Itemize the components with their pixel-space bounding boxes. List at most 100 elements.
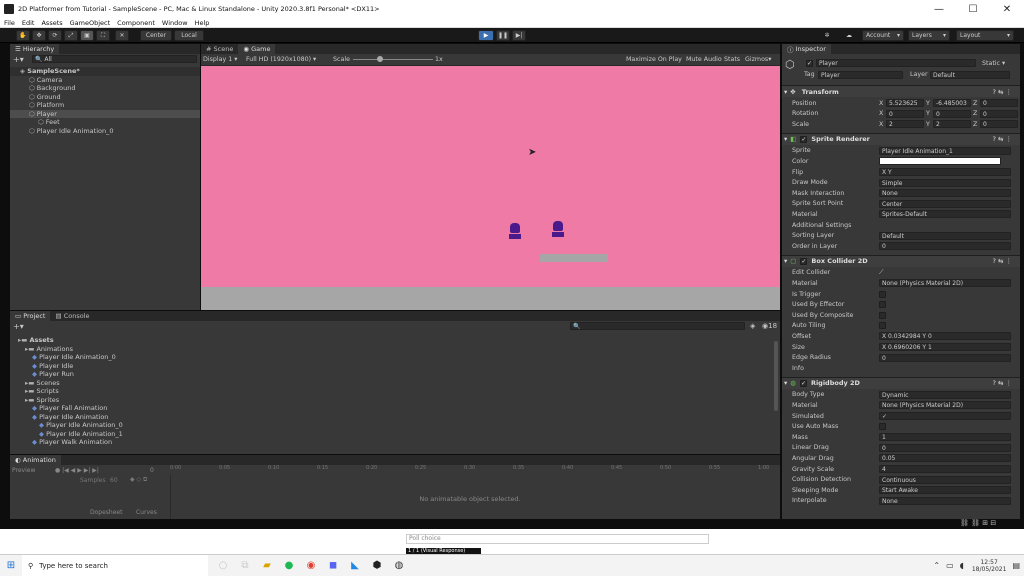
field-value[interactable]: None (Physics Material 2D) [879,279,1011,288]
minimize-icon[interactable]: — [922,4,956,15]
edit-collider-icon[interactable]: ⟋ [879,269,883,277]
clock[interactable]: 12:57 18/05/2021 [972,559,1007,573]
step-button[interactable]: ▶| [512,30,526,41]
display-dropdown[interactable]: Display 1 ▾ [203,56,237,63]
component-header[interactable]: ▾ ◍ ✓ Rigidbody 2D ? ⇆ ⋮ [782,376,1020,389]
maximize-on-play-toggle[interactable]: Maximize On Play [626,56,682,63]
hierarchy-item[interactable]: ⬡ Player [10,109,200,118]
axis-value[interactable]: 0 [886,109,924,118]
tab-animation[interactable]: ◐ Animation [10,455,61,465]
project-item[interactable]: ◆ Player Idle Animation_0 [14,421,780,430]
field-checkbox[interactable] [879,311,886,319]
component-menu-icon[interactable]: ? ⇆ ⋮ [992,379,1012,387]
record-icon[interactable]: ● |◀ ◀ ▶ ▶| ▶| [55,467,99,474]
discord-icon[interactable]: ◼ [322,555,344,576]
field-value[interactable]: Dynamic [879,390,1011,399]
tab-scene[interactable]: # Scene [201,44,238,54]
component-menu-icon[interactable]: ? ⇆ ⋮ [992,135,1012,143]
taskbar-search[interactable]: ⚲ Type here to search [22,554,208,576]
menu-item-help[interactable]: Help [195,19,210,27]
scale-slider[interactable] [353,59,433,60]
field-value[interactable]: Continuous [879,475,1011,484]
field-value[interactable]: None [879,189,1011,198]
hand-tool-icon[interactable]: ✋ [16,30,30,41]
obs-icon[interactable]: ◍ [388,555,410,576]
task-view-icon[interactable]: ⧉ [234,555,256,576]
resolution-dropdown[interactable]: Full HD (1920x1080) ▾ [246,56,316,63]
tab-game[interactable]: ◉ Game [238,44,276,54]
component-menu-icon[interactable]: ? ⇆ ⋮ [992,88,1012,96]
windows-start-icon[interactable]: ⊞ [0,555,22,576]
transform-tool-icon[interactable]: ⛶ [96,30,110,41]
unity-icon[interactable]: ⬢ [366,555,388,576]
axis-value[interactable]: 0 [933,109,971,118]
rotate-tool-icon[interactable]: ⟳ [48,30,62,41]
project-item[interactable]: ▸▬ Animations [14,345,780,354]
hierarchy-item[interactable]: ⬡ Player Idle Animation_0 [10,127,200,136]
custom-tool-icon[interactable]: ✕ [115,30,129,41]
field-value[interactable]: None (Physics Material 2D) [879,401,1011,410]
stats-toggle[interactable]: Stats [724,56,740,63]
tray-arrow-icon[interactable]: ⌃ [933,561,940,570]
preview-button[interactable]: Preview [12,467,35,474]
game-view[interactable]: ➤ [201,66,780,310]
expand-arrow-icon[interactable]: ▾ [784,257,787,265]
filter-icon[interactable]: ◈ [750,322,755,330]
field-value[interactable]: 0 [879,353,1011,362]
samples-field[interactable]: 60 [110,477,118,484]
network-icon[interactable]: ▭ [946,561,954,570]
volume-icon[interactable]: ◖ [960,561,964,570]
file-explorer-icon[interactable]: ▰ [256,555,278,576]
active-checkbox[interactable]: ✓ [806,59,813,67]
field-value[interactable]: Sprites-Default [879,210,1011,219]
tag-dropdown[interactable]: Player [818,71,903,79]
field-value[interactable]: 1 [879,433,1011,442]
field-checkbox[interactable] [879,290,886,298]
gizmos-dropdown[interactable]: Gizmos▾ [745,56,771,63]
field-value[interactable]: 0 [879,443,1011,452]
move-tool-icon[interactable]: ✥ [32,30,46,41]
menu-item-edit[interactable]: Edit [22,19,35,27]
curves-tab[interactable]: Curves [136,509,157,516]
poll-choice-input[interactable]: Poll choice [406,534,709,544]
hierarchy-search-input[interactable]: 🔍 All [32,55,197,63]
mute-audio-toggle[interactable]: Mute Audio [686,56,722,63]
project-item[interactable]: ◆ Player Run [14,370,780,379]
layout-dropdown[interactable]: Layout ▾ [956,30,1014,41]
menu-item-gameobject[interactable]: GameObject [70,19,111,27]
project-scrollbar[interactable] [774,341,778,411]
field-checkbox[interactable] [879,301,886,309]
project-item[interactable]: ◆ Player Idle Animation [14,413,780,422]
layers-dropdown[interactable]: Layers ▾ [908,30,950,41]
expand-arrow-icon[interactable]: ▾ [784,379,787,387]
static-toggle[interactable]: Static ▾ [982,60,1005,67]
axis-value[interactable]: 2 [933,120,971,129]
hierarchy-item[interactable]: ◈ SampleScene* [10,67,200,76]
enable-checkbox[interactable]: ✓ [800,135,808,143]
spotify-icon[interactable]: ● [278,555,300,576]
rect-tool-icon[interactable]: ▣ [80,30,94,41]
create-icon[interactable]: +▾ [13,322,24,331]
frame-field[interactable]: 0 [150,467,154,474]
field-value[interactable]: X Y [879,168,1011,176]
scale-slider-handle[interactable] [377,56,383,62]
menu-item-file[interactable]: File [4,19,15,27]
tab-inspector[interactable]: ⓘ Inspector [782,44,831,54]
expand-arrow-icon[interactable]: ▾ [784,88,787,96]
cortana-icon[interactable]: ○ [212,555,234,576]
menu-item-window[interactable]: Window [162,19,188,27]
pause-button[interactable]: ❚❚ [496,30,510,41]
hierarchy-item[interactable]: ⬡ Background [10,84,200,93]
dopesheet-tab[interactable]: Dopesheet [90,509,122,516]
collab-icon[interactable]: ✲ [820,30,834,41]
cloud-icon[interactable]: ☁ [842,30,856,41]
axis-value[interactable]: 2 [886,120,924,129]
add-icon[interactable]: +▾ [13,55,24,64]
field-value[interactable]: X 0.0342984 Y 0 [879,332,1011,341]
vscode-icon[interactable]: ◣ [344,555,366,576]
field-value[interactable]: Start Awake [879,486,1011,495]
field-checkbox[interactable] [879,423,886,431]
maximize-icon[interactable]: ☐ [956,4,990,15]
field-value[interactable]: 4 [879,465,1011,473]
pivot-toggle[interactable]: Center [140,30,172,41]
